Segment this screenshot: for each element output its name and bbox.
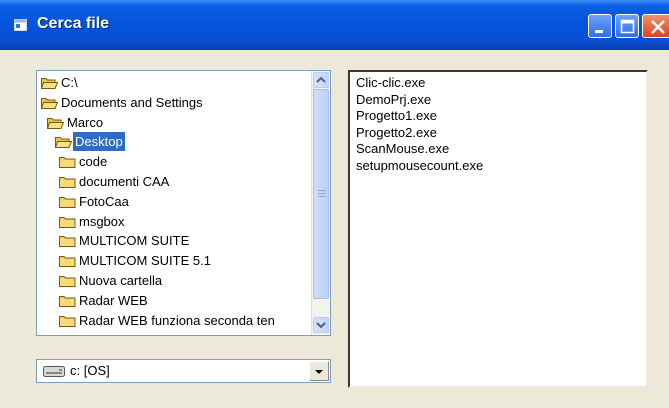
file-item[interactable]: Progetto1.exe — [356, 107, 437, 124]
directory-item-label: MULTICOM SUITE 5.1 — [79, 253, 211, 269]
folder-icon — [59, 177, 76, 188]
window-icon — [14, 19, 27, 31]
directory-item-label: MULTICOM SUITE — [79, 233, 190, 249]
folder-icon — [59, 236, 76, 248]
scroll-thumb[interactable] — [313, 89, 329, 299]
scroll-up-button[interactable] — [313, 72, 329, 88]
directory-scrollbar[interactable] — [311, 71, 330, 335]
file-item[interactable]: setupmousecount.exe — [356, 157, 483, 174]
minimize-button[interactable] — [588, 14, 612, 38]
close-icon — [651, 20, 665, 34]
grip-line — [318, 193, 326, 194]
maximize-button[interactable] — [615, 14, 639, 38]
folder-icon — [59, 315, 76, 327]
drive-icon — [43, 366, 65, 377]
drive-selector[interactable]: c: [OS] — [36, 359, 331, 383]
folder-icon — [59, 216, 76, 228]
directory-item-label: documenti CAA — [79, 174, 170, 189]
maximize-icon — [620, 19, 635, 34]
cerca-file-window: Cerca file C:\ Documents and Settings Marc… — [0, 0, 669, 408]
drive-selected-value: c: [OS] — [70, 363, 110, 378]
file-item[interactable]: Progetto2.exe — [356, 124, 437, 141]
folder-icon — [59, 295, 76, 307]
close-button[interactable] — [642, 14, 669, 38]
folder-icon — [59, 196, 76, 208]
grip-line — [318, 196, 326, 197]
directory-item-label: Documents and Settings — [61, 94, 203, 110]
file-item[interactable]: Clic-clic.exe — [356, 74, 425, 91]
directory-list[interactable]: C:\ Documents and Settings Marco Desktop cod… — [36, 70, 331, 336]
directory-item-label: Marco — [67, 114, 104, 130]
file-item[interactable]: ScanMouse.exe — [356, 140, 449, 157]
file-list[interactable]: Clic-clic.exe DemoPrj.exe Progetto1.exe Pro… — [348, 70, 648, 388]
chevron-up-icon — [316, 76, 326, 83]
file-item[interactable]: DemoPrj.exe — [356, 91, 431, 108]
open-folder-icon — [41, 97, 58, 109]
directory-item-label: msgbox — [79, 213, 125, 229]
drive-dropdown-button[interactable] — [309, 361, 329, 381]
minimize-icon — [595, 30, 603, 33]
directory-item-label: C:\ — [61, 75, 78, 90]
folder-icon — [59, 276, 76, 287]
directory-item-label: Desktop — [73, 132, 125, 152]
open-folder-icon — [55, 137, 72, 149]
directory-item-label: Radar WEB funziona seconda ten — [79, 312, 275, 328]
chevron-down-icon — [315, 370, 323, 374]
directory-item-label: code — [79, 154, 108, 170]
directory-item-label: Nuova cartella — [79, 273, 163, 288]
folder-icon — [59, 256, 76, 268]
title-bar[interactable]: Cerca file — [0, 0, 669, 50]
window-title: Cerca file — [37, 15, 110, 32]
open-folder-icon — [41, 78, 58, 89]
scroll-down-button[interactable] — [313, 317, 329, 333]
grip-line — [318, 190, 326, 191]
open-folder-icon — [47, 117, 64, 129]
folder-icon — [59, 157, 76, 169]
directory-item-label: Radar WEB — [79, 292, 148, 308]
chevron-down-icon — [316, 322, 326, 329]
directory-item-label: FotoCaa — [79, 193, 129, 209]
